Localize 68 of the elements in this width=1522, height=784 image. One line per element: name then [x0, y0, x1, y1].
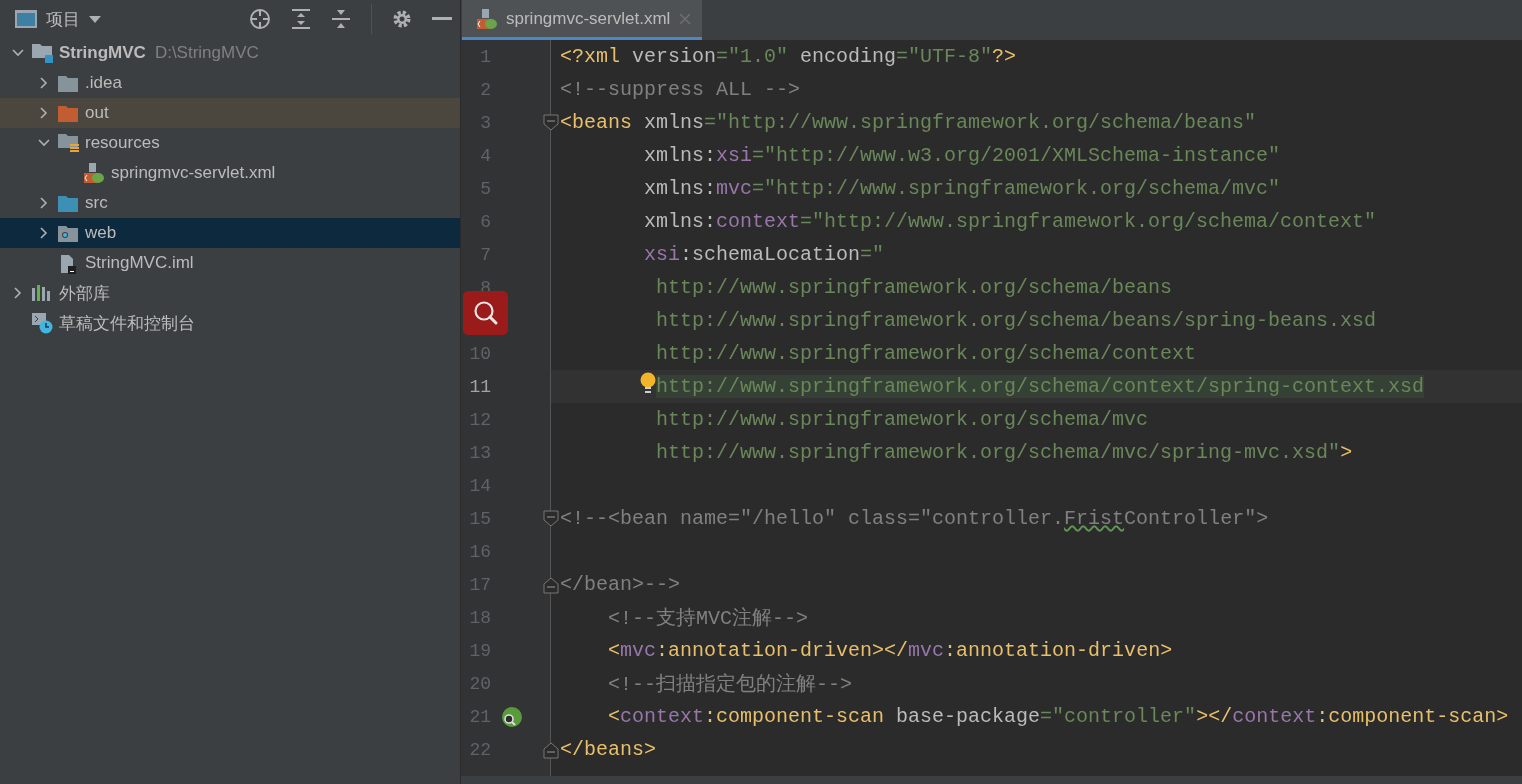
tree-item-label: StringMVC — [59, 43, 146, 63]
path-label: D:\StringMVC — [154, 43, 259, 63]
code-line: <mvc:annotation-driven></mvc:annotation-driven> — [608, 639, 1173, 662]
code-line: xmlns:mvc="http://www.springframework.org/schema/mvc" — [644, 177, 1281, 200]
web-folder-icon — [57, 223, 79, 243]
tree-row[interactable]: 草稿文件和控制台 — [0, 308, 460, 338]
search-icon — [471, 299, 500, 327]
code-line: http://www.springframework.org/schema/beans/spring-beans.xsd — [656, 309, 1377, 332]
fold-marker-icon[interactable] — [543, 510, 559, 528]
tree-item-label: web — [85, 223, 117, 243]
library-icon — [31, 283, 53, 303]
code-line: </bean>--> — [560, 573, 681, 596]
tree-row[interactable]: web — [0, 218, 460, 248]
fold-marker-icon[interactable] — [543, 741, 559, 759]
tree-item-label: resources — [85, 133, 160, 153]
xml-file-icon — [476, 7, 498, 30]
tree-item-label: springmvc-servlet.xml — [111, 163, 276, 183]
tree-item-label: StringMVC.iml — [85, 253, 194, 273]
code-line: <context:component-scan base-package="controller"></context:component-scan> — [608, 705, 1509, 728]
code-line: xmlns:xsi="http://www.w3.org/2001/XMLSchema-instance" — [644, 144, 1281, 167]
xml-file-icon — [83, 162, 105, 184]
code-line: <!--扫描指定包的注解--> — [608, 672, 852, 697]
code-line: </beans> — [560, 738, 656, 761]
search-button[interactable] — [463, 291, 508, 335]
horizontal-scrollbar[interactable] — [461, 776, 1522, 784]
module-folder-icon — [31, 42, 53, 64]
settings-icon[interactable] — [392, 9, 412, 29]
code-line: <!--suppress ALL --> — [560, 78, 801, 101]
code-line: http://www.springframework.org/schema/mvc/spring-mvc.xsd"> — [656, 441, 1353, 464]
code-line: xsi:schemaLocation=" — [644, 243, 885, 266]
tree-item-label: src — [85, 193, 108, 213]
code-line: http://www.springframework.org/schema/beans — [656, 276, 1173, 299]
fold-marker-icon[interactable] — [543, 576, 559, 594]
tree-row[interactable]: springmvc-servlet.xml — [0, 158, 460, 188]
folder-icon — [57, 103, 79, 123]
clock-icon — [31, 312, 53, 334]
folder-icon — [57, 193, 79, 213]
tree-row[interactable]: out — [0, 98, 460, 128]
tree-item-label: 草稿文件和控制台 — [59, 312, 195, 335]
editor-tab[interactable]: springmvc-servlet.xml — [462, 0, 703, 40]
tree-row[interactable]: 外部库 — [0, 278, 460, 308]
tree-item-label: out — [85, 103, 109, 123]
spring-bean-icon[interactable] — [501, 705, 523, 728]
code-line: <!--<bean name="/hello" class="controller.FristController"> — [560, 507, 1269, 530]
dropdown-caret-icon[interactable] — [88, 14, 102, 24]
tree-row[interactable]: src — [0, 188, 460, 218]
tree-row[interactable]: .idea — [0, 68, 460, 98]
code-line: xmlns:context="http://www.springframework.org/schema/context" — [644, 210, 1377, 233]
expand-all-icon[interactable] — [291, 8, 311, 30]
collapse-all-icon[interactable] — [331, 8, 351, 30]
panel-icon — [14, 9, 38, 29]
code-line: <?xml version="1.0" encoding="UTF-8"?> — [560, 45, 1017, 68]
code-line: <!--支持MVC注解--> — [608, 606, 809, 631]
line-number: 11 — [468, 376, 491, 397]
folder-icon — [57, 73, 79, 93]
code-line: <beans xmlns="http://www.springframework.org/schema/beans" — [560, 111, 1257, 134]
panel-title: 项目 — [46, 8, 80, 31]
resource-folder-icon — [57, 132, 79, 154]
minimize-icon[interactable] — [432, 17, 452, 21]
code-line: http://www.springframework.org/schema/context — [656, 342, 1197, 365]
locate-icon[interactable] — [249, 8, 271, 30]
tree-row[interactable]: StringMVC.iml — [0, 248, 460, 278]
tree-item-label: .idea — [85, 73, 122, 93]
tree-item-label: 外部库 — [59, 282, 110, 305]
code-line: http://www.springframework.org/schema/mvc — [656, 408, 1149, 431]
tree-row[interactable]: resources — [0, 128, 460, 158]
tree-row[interactable]: StringMVC D:\StringMVC — [0, 38, 460, 68]
fold-marker-icon[interactable] — [543, 114, 559, 132]
